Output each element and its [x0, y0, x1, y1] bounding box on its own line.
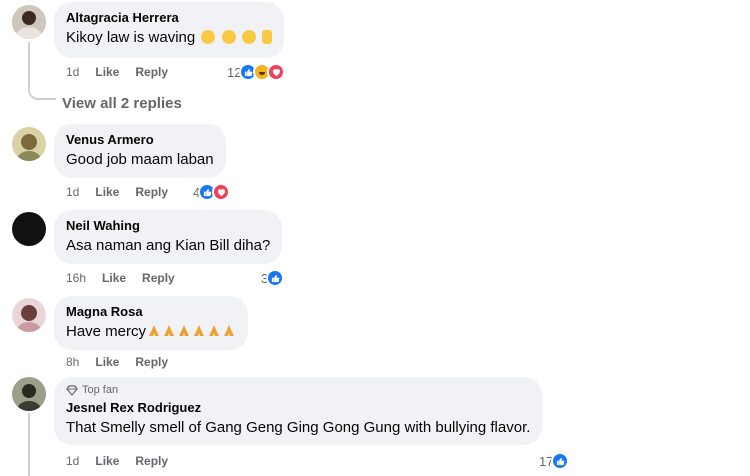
like-button[interactable]: Like [95, 355, 119, 369]
thread-line [28, 413, 30, 476]
grinning-emoji-icon [241, 30, 256, 44]
grinning-emoji-icon [221, 30, 236, 44]
comment-meta: 1d Like Reply [66, 65, 184, 79]
comment-text: That Smelly smell of Gang Geng Ging Gong… [66, 419, 531, 436]
comment-meta: 8h Like Reply [66, 355, 184, 369]
comment-time[interactable]: 16h [66, 271, 86, 285]
comment-author[interactable]: Altagracia Herrera [66, 10, 272, 26]
praying-hands-emoji-icon [209, 325, 220, 336]
love-reaction-icon [212, 183, 231, 201]
comment-meta: 1d Like Reply [66, 185, 184, 199]
comment-bubble: Altagracia Herrera Kikoy law is waving [54, 2, 284, 58]
top-fan-badge[interactable]: Top fan [66, 384, 530, 397]
like-button[interactable]: Like [95, 454, 119, 468]
reaction-summary[interactable]: 4 [193, 183, 231, 201]
comment-author[interactable]: Jesnel Rex Rodriguez [66, 400, 530, 416]
comment-author[interactable]: Magna Rosa [66, 304, 236, 320]
praying-hands-emoji-icon [149, 325, 160, 336]
comment-bubble: Venus Armero Good job maam laban [54, 124, 226, 178]
reply-button[interactable]: Reply [135, 65, 168, 79]
like-reaction-icon [266, 269, 285, 287]
diamond-icon [66, 385, 78, 396]
avatar[interactable] [12, 298, 46, 332]
reply-button[interactable]: Reply [135, 454, 168, 468]
thread-line [28, 42, 56, 100]
victory-hand-emoji-icon [261, 30, 272, 44]
reply-button[interactable]: Reply [135, 185, 168, 199]
comment-bubble: Neil Wahing Asa naman ang Kian Bill diha… [54, 210, 283, 264]
reaction-summary[interactable]: 17 [539, 452, 570, 470]
comment-time[interactable]: 1d [66, 65, 79, 79]
reply-button[interactable]: Reply [142, 271, 175, 285]
comment-meta: 16h Like Reply [66, 271, 191, 285]
praying-hands-emoji-icon [194, 325, 205, 336]
praying-hands-emoji-icon [224, 325, 235, 336]
reaction-summary[interactable]: 12 [227, 63, 286, 81]
comment-time[interactable]: 1d [66, 454, 79, 468]
comment-bubble: Magna Rosa Have mercy [54, 296, 249, 350]
comment-bubble: Top fan Jesnel Rex Rodriguez That Smelly… [54, 377, 543, 445]
avatar[interactable] [12, 5, 46, 39]
comment-text: Have mercy [66, 322, 236, 342]
comment-author[interactable]: Neil Wahing [66, 218, 270, 234]
reply-button[interactable]: Reply [135, 355, 168, 369]
avatar[interactable] [12, 377, 46, 411]
avatar[interactable] [12, 212, 46, 246]
comment-time[interactable]: 8h [66, 355, 79, 369]
like-reaction-icon [551, 452, 570, 470]
like-button[interactable]: Like [102, 271, 126, 285]
comment-time[interactable]: 1d [66, 185, 79, 199]
comment-text: Good job maam laban [66, 151, 214, 168]
comment-meta: 1d Like Reply [66, 454, 184, 468]
comment-author[interactable]: Venus Armero [66, 132, 214, 148]
praying-hands-emoji-icon [179, 325, 190, 336]
like-button[interactable]: Like [95, 185, 119, 199]
comment-text: Kikoy law is waving [66, 28, 272, 48]
reaction-summary[interactable]: 3 [261, 269, 285, 287]
praying-hands-emoji-icon [164, 325, 175, 336]
top-fan-label: Top fan [82, 384, 119, 396]
grinning-emoji-icon [201, 30, 216, 44]
comment-text: Asa naman ang Kian Bill diha? [66, 237, 271, 254]
view-replies-link[interactable]: View all 2 replies [62, 95, 182, 112]
like-button[interactable]: Like [95, 65, 119, 79]
avatar[interactable] [12, 127, 46, 161]
love-reaction-icon [267, 63, 286, 81]
